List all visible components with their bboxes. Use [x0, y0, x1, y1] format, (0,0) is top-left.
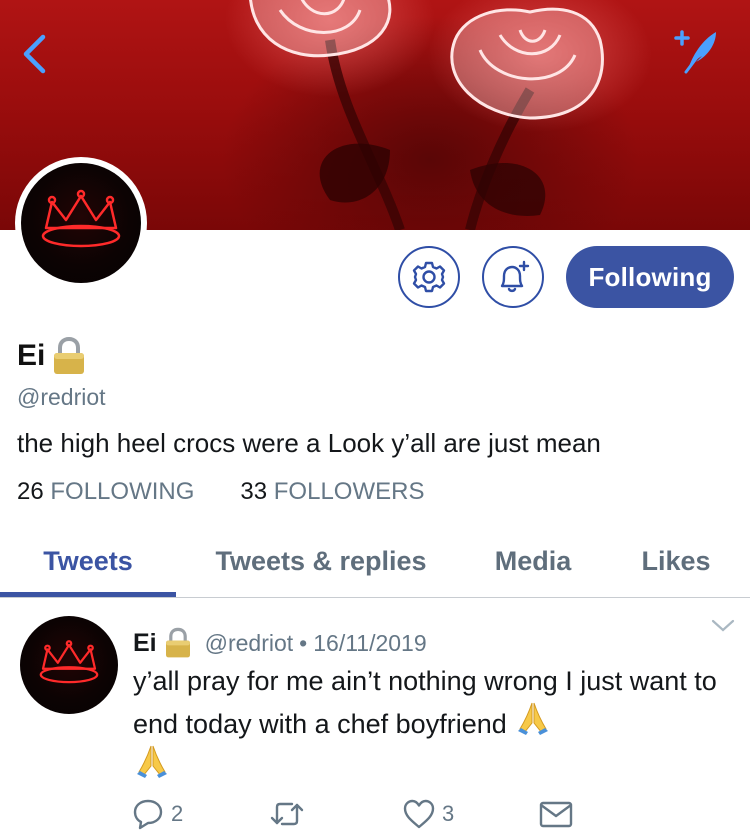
tab-media[interactable]: Media: [470, 524, 596, 598]
following-count: 26: [17, 478, 44, 505]
tweet-author-handle: @redriot: [204, 629, 294, 656]
reply-count: 2: [171, 801, 184, 826]
tweet-author-name[interactable]: Ei: [133, 629, 157, 658]
crown-icon: [39, 640, 99, 684]
profile-avatar[interactable]: [15, 157, 147, 289]
tab-likes[interactable]: Likes: [620, 524, 732, 598]
tweet-options-button[interactable]: [706, 614, 740, 638]
crown-icon: [41, 189, 121, 248]
reply-icon: [133, 799, 163, 830]
following-label: FOLLOWING: [50, 478, 195, 505]
direct-message-button[interactable]: [538, 792, 574, 836]
profile-stats: 26 FOLLOWING 33 FOLLOWERS: [17, 478, 424, 506]
tab-tweets-and-replies[interactable]: Tweets & replies: [190, 524, 452, 598]
notifications-button[interactable]: [482, 246, 544, 308]
followers-stat[interactable]: 33 FOLLOWERS: [240, 478, 424, 506]
tweet-body: y’all pray for me ain’t nothing wrong I …: [133, 664, 723, 785]
tweet-header: Ei @redriot • 16/11/2019: [133, 626, 427, 660]
like-button[interactable]: 3: [402, 792, 454, 836]
tweet-avatar[interactable]: [20, 616, 118, 714]
lock-icon: [54, 336, 85, 374]
tweet-date: 16/11/2019: [313, 629, 427, 656]
compose-feather-icon: [674, 30, 716, 74]
like-count: 3: [442, 801, 455, 826]
followers-label: FOLLOWERS: [273, 478, 425, 505]
tweet-actions-bar: 2 3: [0, 792, 750, 836]
following-stat[interactable]: 26 FOLLOWING: [17, 478, 194, 506]
active-tab-indicator: [0, 592, 176, 597]
tweet-text: y’all pray for me ain’t nothing wrong I …: [133, 666, 717, 739]
display-name-text: Ei: [17, 339, 46, 372]
profile-display-name: Ei: [17, 336, 87, 376]
gear-icon: [412, 261, 446, 293]
chevron-left-icon: [23, 34, 46, 74]
chevron-down-icon: [711, 619, 735, 632]
tab-tweets[interactable]: Tweets: [0, 524, 176, 598]
settings-button[interactable]: [398, 246, 460, 308]
praying-hands-icon: [137, 745, 167, 778]
profile-tabs: Tweets Tweets & replies Media Likes: [0, 524, 750, 598]
compose-tweet-button[interactable]: [666, 24, 722, 76]
profile-bio: the high heel crocs were a Look y’all ar…: [17, 428, 601, 458]
neon-crown-image: [21, 163, 141, 283]
praying-hands-icon: [518, 702, 549, 735]
followers-count: 33: [240, 478, 268, 505]
back-button[interactable]: [14, 32, 54, 76]
heart-icon: [403, 799, 435, 829]
profile-handle: @redriot: [17, 384, 106, 410]
tweet-meta-separator: •: [299, 629, 308, 656]
lock-icon: [165, 627, 190, 658]
reply-button[interactable]: 2: [131, 792, 183, 836]
bell-plus-icon: [500, 260, 530, 293]
retweet-icon: [270, 802, 304, 826]
following-button[interactable]: Following: [566, 246, 734, 308]
retweet-button[interactable]: [268, 792, 306, 836]
envelope-icon: [539, 801, 573, 828]
